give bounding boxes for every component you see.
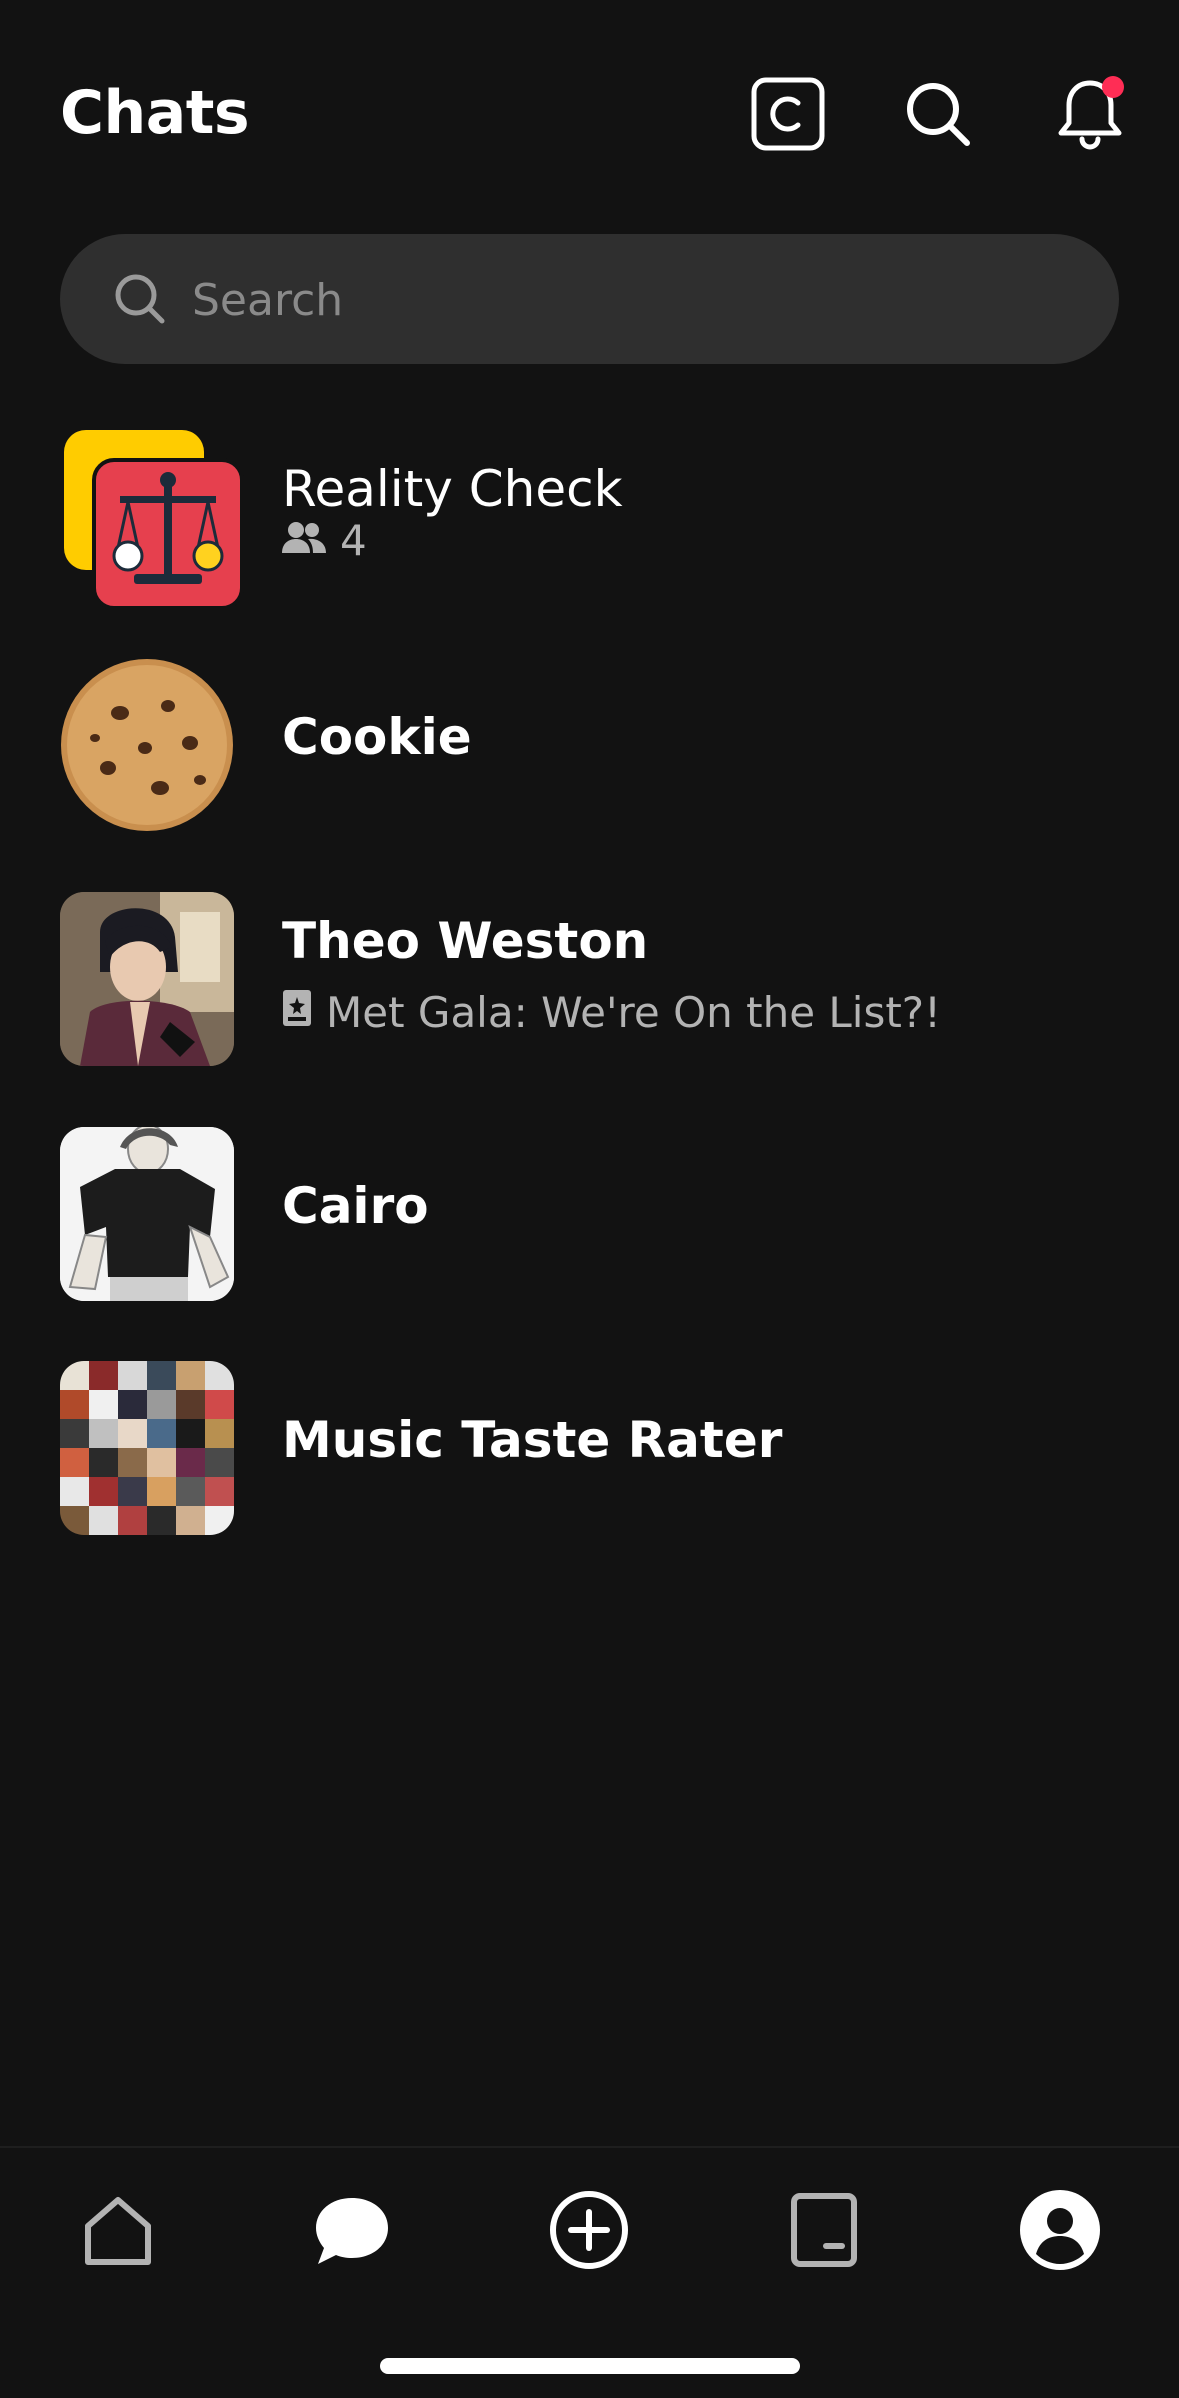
- cookie-image: [60, 658, 234, 832]
- home-indicator: [380, 2358, 800, 2374]
- chat-name: Reality Check: [282, 460, 623, 518]
- notification-dot: [1102, 76, 1124, 98]
- chat-row-cairo[interactable]: Cairo: [0, 1127, 1179, 1327]
- character-sketch: [60, 1127, 234, 1301]
- chat-last-message: Met Gala: We're On the List?!: [282, 988, 941, 1037]
- chat-member-count: 4: [282, 516, 367, 565]
- chat-row-theo-weston[interactable]: Theo Weston Met Gala: We're On the List?…: [0, 892, 1179, 1092]
- chat-bubble-icon[interactable]: [302, 2180, 402, 2280]
- search-icon[interactable]: [896, 72, 980, 156]
- chat-name: Cookie: [282, 708, 472, 766]
- search-input[interactable]: [190, 234, 1074, 366]
- header: Chats: [0, 0, 1179, 220]
- search-bar[interactable]: [60, 234, 1119, 366]
- search-icon: [110, 269, 170, 329]
- c-badge-icon[interactable]: [746, 72, 830, 156]
- scales-icon: [92, 458, 244, 610]
- chat-row-music-taste-rater[interactable]: Music Taste Rater: [0, 1361, 1179, 1561]
- chat-name: Music Taste Rater: [282, 1411, 783, 1469]
- people-icon: [282, 516, 326, 565]
- character-portrait: [60, 892, 234, 1066]
- home-icon[interactable]: [68, 2180, 168, 2280]
- profile-icon[interactable]: [1010, 2180, 1110, 2280]
- plus-circle-icon[interactable]: [539, 2180, 639, 2280]
- chat-name: Cairo: [282, 1177, 429, 1235]
- storyline-icon: [282, 988, 312, 1037]
- book-icon[interactable]: [774, 2180, 874, 2280]
- chat-row-cookie[interactable]: Cookie: [0, 658, 1179, 858]
- album-collage: [60, 1361, 234, 1535]
- last-message-text: Met Gala: We're On the List?!: [326, 988, 941, 1037]
- bottom-nav: [0, 2146, 1179, 2398]
- chat-row-reality-check[interactable]: Reality Check 4: [0, 430, 1179, 630]
- page-title: Chats: [60, 78, 250, 148]
- member-count: 4: [340, 516, 367, 565]
- bell-icon[interactable]: [1048, 72, 1132, 156]
- chat-name: Theo Weston: [282, 912, 649, 970]
